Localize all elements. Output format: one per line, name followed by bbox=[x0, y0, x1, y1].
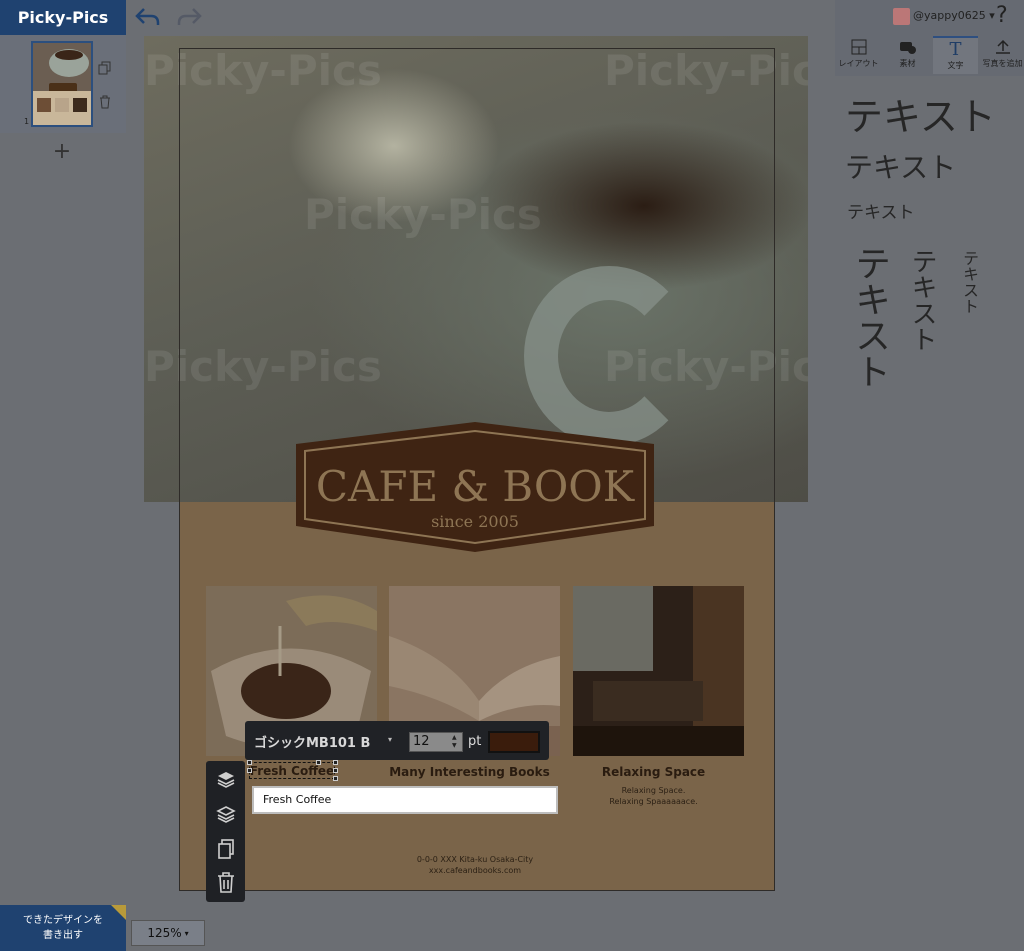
tab-materials[interactable]: 素材 bbox=[885, 36, 930, 74]
text-sample-large[interactable]: テキスト bbox=[845, 86, 996, 141]
resize-handle[interactable] bbox=[247, 768, 252, 773]
font-size-unit: pt bbox=[468, 734, 482, 749]
export-label: できたデザインを bbox=[23, 915, 103, 926]
export-button[interactable]: できたデザインを 書き出す bbox=[0, 905, 126, 951]
chevron-down-icon[interactable]: ▾ bbox=[388, 735, 392, 744]
send-backward-icon[interactable] bbox=[213, 801, 239, 827]
text-sample-medium[interactable]: テキスト bbox=[845, 146, 956, 186]
desc-line: Relaxing Space. bbox=[621, 786, 686, 795]
column-title-space[interactable]: Relaxing Space bbox=[566, 765, 741, 779]
duplicate-page-icon[interactable] bbox=[98, 60, 112, 75]
resize-handle[interactable] bbox=[316, 760, 321, 765]
column-title-books[interactable]: Many Interesting Books bbox=[382, 765, 557, 779]
add-page-button[interactable]: + bbox=[52, 139, 72, 164]
badge-title: CAFE & BOOK bbox=[315, 462, 635, 511]
watermark: Picky-Pics bbox=[144, 46, 382, 95]
resize-handle[interactable] bbox=[333, 776, 338, 781]
avatar[interactable] bbox=[893, 8, 910, 25]
text-sample-small[interactable]: テキスト bbox=[847, 198, 915, 223]
watermark: Picky-Pics bbox=[604, 46, 808, 95]
page-number: 1 bbox=[24, 117, 30, 126]
chevron-down-icon: ▾ bbox=[989, 9, 995, 22]
resize-handle[interactable] bbox=[333, 760, 338, 765]
help-icon[interactable]: ? bbox=[996, 3, 1008, 28]
watermark: Picky-Pics bbox=[304, 190, 542, 239]
user-menu[interactable]: @yappy0625 ▾ bbox=[913, 9, 995, 22]
tab-label: 素材 bbox=[899, 59, 916, 68]
website-line: xxx.cafeandbooks.com bbox=[428, 866, 522, 875]
bring-forward-icon[interactable] bbox=[213, 766, 239, 792]
export-corner bbox=[111, 905, 126, 920]
app-logo[interactable]: Picky-Pics bbox=[0, 0, 126, 35]
tab-layout[interactable]: レイアウト bbox=[836, 36, 881, 74]
vertical-text-sample-large[interactable]: テキスト bbox=[843, 245, 895, 389]
upload-icon bbox=[995, 36, 1011, 58]
font-size-stepper[interactable]: ▲ ▼ bbox=[452, 734, 461, 750]
tab-label: 文字 bbox=[947, 61, 964, 70]
layout-icon bbox=[851, 36, 867, 58]
tab-label: 写真を追加 bbox=[982, 59, 1023, 68]
column-desc-space[interactable]: Relaxing Space. Relaxing Spaaaaaace. bbox=[566, 785, 741, 807]
vertical-text-sample-medium[interactable]: テキスト bbox=[904, 248, 941, 352]
undo-icon[interactable] bbox=[133, 4, 163, 30]
material-icon bbox=[899, 36, 917, 58]
text-edit-field[interactable]: Fresh Coffee bbox=[252, 786, 558, 814]
zoom-select[interactable]: 125% ▾ bbox=[131, 920, 205, 946]
tab-add-photo[interactable]: 写真を追加 bbox=[980, 36, 1024, 74]
trash-icon[interactable] bbox=[213, 870, 239, 896]
desc-line: Relaxing Spaaaaaace. bbox=[609, 797, 698, 806]
watermark: Picky-Pics bbox=[144, 342, 382, 391]
text-icon: T bbox=[949, 38, 962, 60]
export-label: 書き出す bbox=[43, 930, 83, 941]
address-text[interactable]: 0-0-0 XXX Kita-ku Osaka-City xxx.cafeand… bbox=[380, 854, 570, 876]
resize-handle[interactable] bbox=[333, 768, 338, 773]
watermark: Picky-Pics bbox=[604, 342, 808, 391]
text-color-swatch[interactable] bbox=[488, 731, 540, 753]
zoom-value: 125% bbox=[147, 926, 182, 940]
delete-page-icon[interactable] bbox=[98, 94, 112, 109]
address-line: 0-0-0 XXX Kita-ku Osaka-City bbox=[416, 855, 534, 864]
font-family-select[interactable]: ゴシックMB101 B bbox=[254, 732, 370, 751]
selection-box[interactable] bbox=[249, 762, 335, 779]
redo-icon[interactable] bbox=[174, 4, 204, 30]
badge-subtitle: since 2005 bbox=[431, 512, 519, 531]
duplicate-icon[interactable] bbox=[213, 836, 239, 862]
chevron-down-icon: ▾ bbox=[184, 928, 189, 938]
tab-label: レイアウト bbox=[838, 59, 879, 68]
page-thumbnail[interactable] bbox=[31, 41, 93, 127]
vertical-text-sample-small[interactable]: テキスト bbox=[957, 250, 981, 314]
cafe-interior-image[interactable] bbox=[573, 586, 744, 756]
resize-handle[interactable] bbox=[247, 760, 252, 765]
username: @yappy0625 bbox=[913, 9, 986, 22]
tab-text[interactable]: T 文字 bbox=[933, 36, 978, 74]
